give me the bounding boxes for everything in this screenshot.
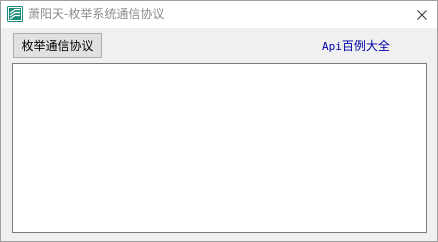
window-title: 萧阳天-枚举系统通信协议	[28, 7, 165, 21]
enum-protocol-button[interactable]: 枚举通信协议	[13, 33, 102, 58]
api-link-prefix: Api	[322, 40, 342, 53]
output-textarea[interactable]	[12, 63, 427, 233]
api-link-suffix: 百例大全	[341, 39, 390, 53]
title-bar[interactable]: 萧阳天-枚举系统通信协议	[1, 1, 437, 28]
close-button[interactable]	[407, 1, 437, 28]
api-examples-link[interactable]: Api百例大全	[322, 39, 390, 54]
close-icon	[417, 5, 427, 24]
client-area: 枚举通信协议 Api百例大全	[1, 28, 437, 241]
app-window: 萧阳天-枚举系统通信协议 枚举通信协议 Api百例大全	[0, 0, 438, 242]
app-logo-icon	[7, 6, 23, 22]
